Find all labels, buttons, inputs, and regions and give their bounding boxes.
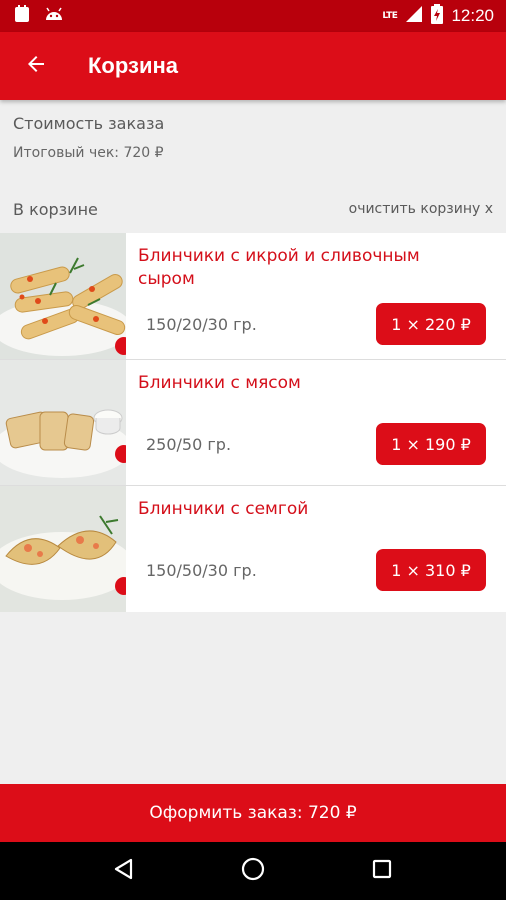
nav-back-button[interactable] bbox=[104, 851, 144, 891]
clear-cart-button[interactable]: очистить корзину x bbox=[349, 201, 493, 217]
cart-items-list: Блинчики с икрой и сливочным сыром 150/2… bbox=[0, 233, 506, 612]
order-total: Итоговый чек: 720 ₽ bbox=[13, 145, 164, 161]
cart-item[interactable]: Блинчики с икрой и сливочным сыром 150/2… bbox=[0, 233, 506, 360]
item-weight: 150/50/30 гр. bbox=[146, 561, 257, 580]
item-image bbox=[0, 233, 126, 359]
checkout-label: Оформить заказ: 720 ₽ bbox=[149, 803, 357, 823]
quantity-price-button[interactable]: 1 × 190 ₽ bbox=[376, 423, 486, 465]
page-title: Корзина bbox=[88, 53, 178, 78]
battery-icon bbox=[431, 4, 444, 28]
item-body: Блинчики с семгой 150/50/30 гр. 1 × 310 … bbox=[126, 486, 506, 612]
status-bar: LTE 12:20 bbox=[0, 0, 506, 32]
item-image bbox=[0, 486, 126, 612]
item-name: Блинчики с икрой и сливочным сыром bbox=[138, 246, 420, 289]
navigation-bar bbox=[0, 842, 506, 900]
back-button[interactable] bbox=[0, 32, 72, 100]
cart-label: В корзине bbox=[13, 199, 98, 219]
item-image bbox=[0, 360, 126, 485]
recents-square-icon bbox=[372, 859, 392, 883]
cart-item[interactable]: Блинчики с семгой 150/50/30 гр. 1 × 310 … bbox=[0, 486, 506, 612]
quantity-price-button[interactable]: 1 × 220 ₽ bbox=[376, 303, 486, 345]
home-circle-icon bbox=[241, 857, 265, 885]
signal-icon bbox=[405, 5, 423, 27]
item-body: Блинчики с икрой и сливочным сыром 150/2… bbox=[126, 233, 506, 359]
cart-item[interactable]: Блинчики с мясом 250/50 гр. 1 × 190 ₽ bbox=[0, 360, 506, 486]
network-type: LTE bbox=[382, 11, 398, 21]
nav-home-button[interactable] bbox=[233, 851, 273, 891]
app-bar: Корзина bbox=[0, 32, 506, 100]
item-name: Блинчики с мясом bbox=[138, 373, 301, 393]
arrow-left-icon bbox=[24, 52, 48, 80]
item-weight: 250/50 гр. bbox=[146, 435, 232, 454]
status-time: 12:20 bbox=[451, 6, 494, 25]
back-triangle-icon bbox=[113, 858, 135, 884]
nav-recents-button[interactable] bbox=[362, 851, 402, 891]
item-name: Блинчики с семгой bbox=[138, 499, 309, 519]
item-body: Блинчики с мясом 250/50 гр. 1 × 190 ₽ bbox=[126, 360, 506, 485]
android-icon bbox=[44, 6, 64, 26]
item-weight: 150/20/30 гр. bbox=[146, 315, 257, 334]
summary-title: Стоимость заказа bbox=[13, 114, 165, 133]
checkout-button[interactable]: Оформить заказ: 720 ₽ bbox=[0, 784, 506, 842]
quantity-price-button[interactable]: 1 × 310 ₽ bbox=[376, 549, 486, 591]
order-summary: Стоимость заказа Итоговый чек: 720 ₽ bbox=[13, 114, 164, 161]
cart-header: В корзине очистить корзину x bbox=[0, 196, 506, 222]
notification-icon bbox=[14, 5, 30, 27]
